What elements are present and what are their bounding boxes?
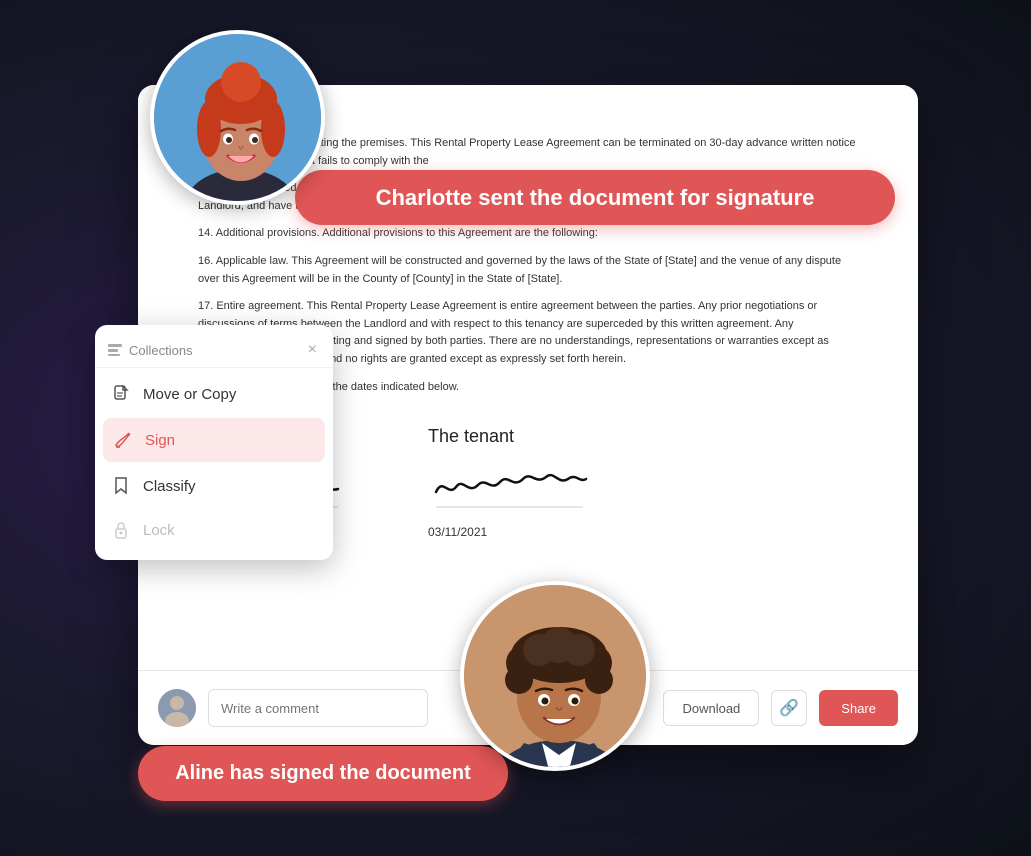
- close-icon[interactable]: ×: [308, 341, 317, 359]
- tenant-date: 03/11/2021: [428, 525, 588, 539]
- link-icon: 🔗: [779, 698, 799, 718]
- link-button[interactable]: 🔗: [771, 690, 807, 726]
- tenant-signature-svg: [428, 457, 588, 512]
- doc-file-icon: [113, 385, 129, 403]
- doc-text-14: 14. Additional provisions. Additional pr…: [198, 225, 858, 243]
- toolbar-user-avatar-svg: [158, 689, 196, 727]
- doc-icon: [111, 384, 131, 404]
- lock-padlock-icon: [113, 521, 129, 539]
- collections-icon: [107, 342, 123, 358]
- toolbar-avatar: [158, 689, 196, 727]
- aline-notification-banner: Aline has signed the document: [138, 746, 508, 801]
- context-menu: Collections × Move or Copy Sign: [95, 325, 333, 560]
- bookmark-icon: [111, 476, 131, 496]
- menu-item-lock-label: Lock: [143, 522, 175, 539]
- share-button[interactable]: Share: [819, 690, 898, 726]
- menu-item-move-copy[interactable]: Move or Copy: [95, 372, 333, 416]
- bookmark-classify-icon: [114, 477, 128, 495]
- pen-sign-icon: [114, 431, 132, 449]
- tenant-label: The tenant: [428, 426, 588, 447]
- charlotte-notification-banner: Charlotte sent the document for signatur…: [295, 170, 895, 225]
- menu-header: Collections ×: [95, 333, 333, 368]
- menu-item-classify[interactable]: Classify: [95, 464, 333, 508]
- menu-header-title: Collections: [107, 342, 193, 358]
- aline-avatar-svg: [464, 585, 650, 771]
- comment-input[interactable]: [208, 689, 428, 727]
- aline-banner-text: Aline has signed the document: [175, 762, 471, 785]
- charlotte-avatar-svg: [154, 34, 325, 205]
- avatar-aline: [460, 581, 650, 771]
- lock-icon: [111, 520, 131, 540]
- pen-icon: [113, 430, 133, 450]
- paragraph-3: 16. Applicable law. This Agreement will …: [198, 253, 858, 288]
- paragraph-2: 14. Additional provisions. Additional pr…: [198, 225, 858, 243]
- download-button[interactable]: Download: [663, 690, 759, 726]
- menu-header-label: Collections: [129, 343, 193, 358]
- menu-item-classify-label: Classify: [143, 478, 196, 495]
- charlotte-banner-text: Charlotte sent the document for signatur…: [376, 185, 815, 211]
- menu-item-lock: Lock: [95, 508, 333, 552]
- tenant-signature-block: The tenant 03/11/2021: [428, 426, 588, 539]
- menu-item-sign-label: Sign: [145, 432, 175, 449]
- menu-item-sign[interactable]: Sign: [103, 418, 325, 462]
- avatar-charlotte: [150, 30, 325, 205]
- menu-item-move-copy-label: Move or Copy: [143, 386, 236, 403]
- doc-text-16: 16. Applicable law. This Agreement will …: [198, 253, 858, 288]
